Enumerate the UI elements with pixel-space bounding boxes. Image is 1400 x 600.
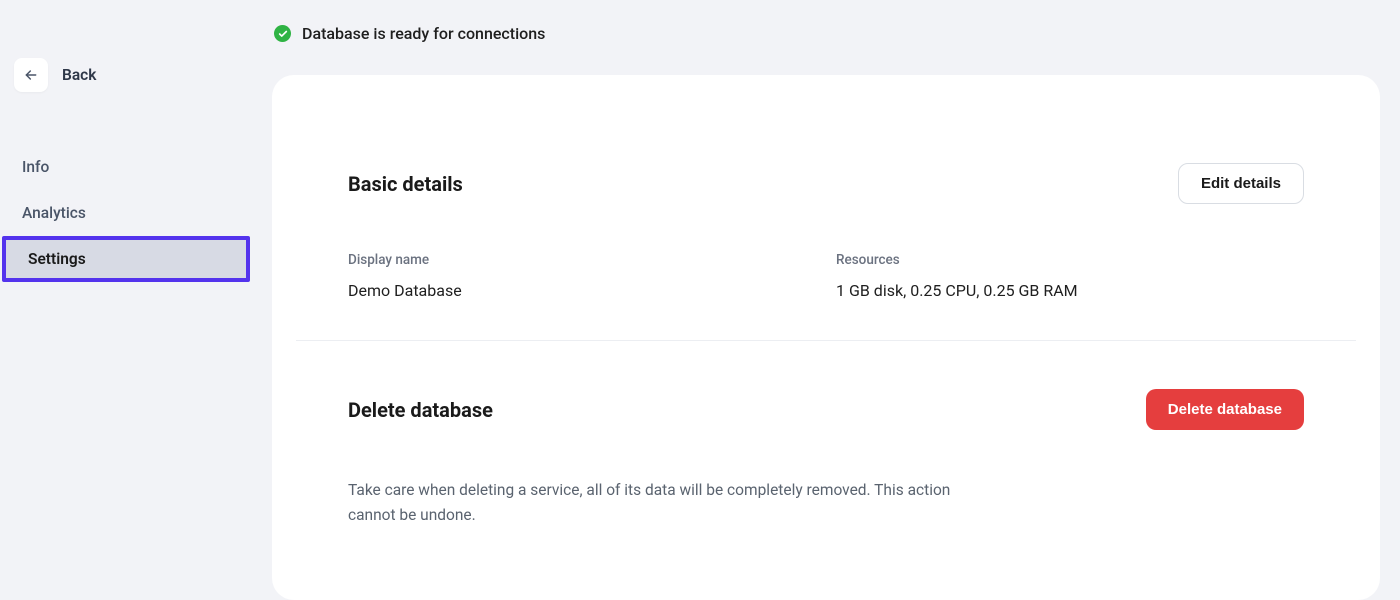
- delete-section-title: Delete database: [348, 398, 493, 422]
- check-circle-icon: [274, 25, 291, 42]
- sidebar-item-settings[interactable]: Settings: [2, 236, 250, 282]
- sidebar-item-label: Settings: [28, 250, 86, 268]
- delete-database-button[interactable]: Delete database: [1146, 389, 1304, 430]
- delete-warning-text: Take care when deleting a service, all o…: [348, 478, 988, 528]
- settings-card: Basic details Edit details Display name …: [272, 75, 1380, 600]
- sidebar-item-label: Analytics: [22, 204, 86, 222]
- sidebar: Back Info Analytics Settings: [0, 0, 252, 568]
- status-text: Database is ready for connections: [302, 24, 545, 43]
- resources-value: 1 GB disk, 0.25 CPU, 0.25 GB RAM: [836, 281, 1304, 300]
- main-content: Database is ready for connections Basic …: [252, 0, 1400, 568]
- delete-section-header: Delete database Delete database: [348, 389, 1304, 430]
- resources-label: Resources: [836, 252, 1304, 268]
- sidebar-item-info[interactable]: Info: [0, 144, 252, 190]
- back-row: Back: [0, 58, 252, 92]
- section-divider: [296, 340, 1356, 341]
- display-name-value: Demo Database: [348, 281, 816, 300]
- back-button[interactable]: [14, 58, 48, 92]
- status-banner: Database is ready for connections: [272, 24, 1380, 43]
- back-label[interactable]: Back: [62, 66, 96, 84]
- sidebar-item-analytics[interactable]: Analytics: [0, 190, 252, 236]
- basic-details-title: Basic details: [348, 172, 463, 196]
- edit-details-button[interactable]: Edit details: [1178, 163, 1304, 204]
- resources-block: Resources 1 GB disk, 0.25 CPU, 0.25 GB R…: [836, 252, 1304, 300]
- sidebar-item-label: Info: [22, 158, 49, 176]
- basic-details-header: Basic details Edit details: [348, 163, 1304, 204]
- details-grid: Display name Demo Database Resources 1 G…: [348, 252, 1304, 300]
- display-name-label: Display name: [348, 252, 816, 268]
- arrow-left-icon: [23, 67, 39, 83]
- display-name-block: Display name Demo Database: [348, 252, 816, 300]
